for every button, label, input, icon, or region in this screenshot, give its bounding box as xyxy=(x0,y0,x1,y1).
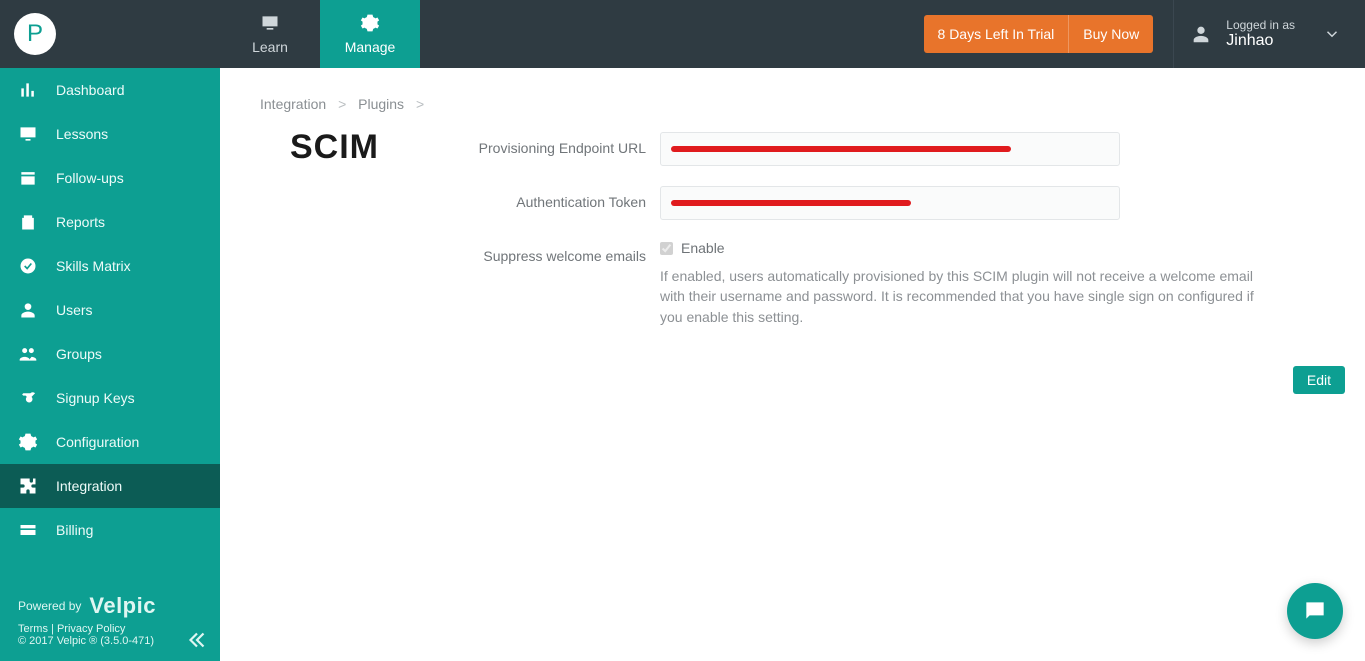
sidebar-item-label: Groups xyxy=(56,346,102,362)
chat-icon xyxy=(1302,598,1328,624)
token-field[interactable] xyxy=(660,186,1120,220)
calendar-icon xyxy=(18,168,38,188)
scim-logo: SCIM xyxy=(260,128,460,347)
copyright: © 2017 Velpic ® (3.5.0-471) xyxy=(18,635,210,647)
sidebar-item-reports[interactable]: Reports xyxy=(0,200,220,244)
sidebar-item-users[interactable]: Users xyxy=(0,288,220,332)
endpoint-control xyxy=(660,132,1120,166)
enable-label: Enable xyxy=(681,240,725,256)
check-circle-icon xyxy=(18,256,38,276)
screen-icon xyxy=(18,124,38,144)
sidebar-item-label: Lessons xyxy=(56,126,108,142)
user-icon xyxy=(1190,23,1212,45)
plugin-header-row: SCIM Provisioning Endpoint URL Authentic… xyxy=(260,132,1325,347)
chevron-down-icon xyxy=(1323,25,1341,43)
trial-box: 8 Days Left In Trial Buy Now xyxy=(924,15,1154,53)
tab-learn-label: Learn xyxy=(252,39,288,55)
user-menu[interactable]: Logged in as Jinhao xyxy=(1173,0,1365,68)
token-label: Authentication Token xyxy=(460,186,660,210)
sidebar-footer: Powered by Velpic Terms | Privacy Policy… xyxy=(18,593,210,647)
sidebar-item-label: Skills Matrix xyxy=(56,258,131,274)
logged-in-as-label: Logged in as xyxy=(1226,18,1295,32)
sidebar-item-label: Configuration xyxy=(56,434,139,450)
sidebar-item-label: Follow-ups xyxy=(56,170,124,186)
sidebar-item-label: Signup Keys xyxy=(56,390,135,406)
endpoint-field[interactable] xyxy=(660,132,1120,166)
breadcrumb-integration[interactable]: Integration xyxy=(260,96,326,112)
key-icon xyxy=(18,388,38,408)
chart-bar-icon xyxy=(18,80,38,100)
sidebar-item-label: Reports xyxy=(56,214,105,230)
sidebar-item-skills-matrix[interactable]: Skills Matrix xyxy=(0,244,220,288)
endpoint-label: Provisioning Endpoint URL xyxy=(460,132,660,156)
enable-checkbox[interactable] xyxy=(660,242,673,255)
row-suppress: Suppress welcome emails Enable If enable… xyxy=(460,240,1325,327)
chevron-double-left-icon xyxy=(184,627,210,653)
user-menu-inner: Logged in as Jinhao xyxy=(1190,18,1295,50)
card-icon xyxy=(18,520,38,540)
collapse-sidebar-button[interactable] xyxy=(184,627,210,647)
suppress-label: Suppress welcome emails xyxy=(460,240,660,264)
powered-by-label: Powered by xyxy=(18,599,81,613)
tab-manage-label: Manage xyxy=(345,39,396,55)
topbar-spacer xyxy=(420,0,924,68)
privacy-link[interactable]: Privacy Policy xyxy=(57,623,125,635)
edit-button[interactable]: Edit xyxy=(1293,366,1345,394)
terms-link[interactable]: Terms xyxy=(18,623,48,635)
enable-checkbox-row[interactable]: Enable xyxy=(660,240,1280,256)
sidebar-item-dashboard[interactable]: Dashboard xyxy=(0,68,220,112)
sidebar-item-signup-keys[interactable]: Signup Keys xyxy=(0,376,220,420)
chat-launcher[interactable] xyxy=(1287,583,1343,639)
breadcrumb-plugins[interactable]: Plugins xyxy=(358,96,404,112)
puzzle-icon xyxy=(18,476,38,496)
sidebar-item-label: Integration xyxy=(56,478,122,494)
redacted-value xyxy=(671,200,911,206)
row-endpoint: Provisioning Endpoint URL xyxy=(460,132,1325,166)
powered-by: Powered by Velpic xyxy=(18,593,210,619)
sidebar: Dashboard Lessons Follow-ups Reports Ski… xyxy=(0,68,220,661)
main-content: Integration > Plugins > SCIM Provisionin… xyxy=(220,68,1365,661)
people-icon xyxy=(18,344,38,364)
sidebar-item-billing[interactable]: Billing xyxy=(0,508,220,552)
user-text: Logged in as Jinhao xyxy=(1226,18,1295,50)
trial-box-wrap: 8 Days Left In Trial Buy Now xyxy=(924,0,1154,68)
sidebar-item-label: Users xyxy=(56,302,93,318)
suppress-control: Enable If enabled, users automatically p… xyxy=(660,240,1280,327)
trial-message: 8 Days Left In Trial xyxy=(924,26,1069,42)
org-avatar-wrap: P xyxy=(0,0,220,68)
sidebar-item-configuration[interactable]: Configuration xyxy=(0,420,220,464)
gear-icon xyxy=(360,13,380,33)
redacted-value xyxy=(671,146,1011,152)
suppress-help-text: If enabled, users automatically provisio… xyxy=(660,266,1280,327)
sidebar-item-followups[interactable]: Follow-ups xyxy=(0,156,220,200)
breadcrumb-sep: > xyxy=(338,96,346,112)
cog-icon xyxy=(18,432,38,452)
person-icon xyxy=(18,300,38,320)
sidebar-item-label: Billing xyxy=(56,522,93,538)
row-token: Authentication Token xyxy=(460,186,1325,220)
top-bar: P Learn Manage 8 Days Left In Trial Buy … xyxy=(0,0,1365,68)
tab-manage[interactable]: Manage xyxy=(320,0,420,68)
brand-logo: Velpic xyxy=(89,593,156,619)
top-tabs: Learn Manage xyxy=(220,0,420,68)
buy-now-button[interactable]: Buy Now xyxy=(1069,26,1153,42)
form-area: Provisioning Endpoint URL Authentication… xyxy=(460,132,1325,347)
clipboard-icon xyxy=(18,212,38,232)
monitor-icon xyxy=(260,13,280,33)
tab-learn[interactable]: Learn xyxy=(220,0,320,68)
legal-links: Terms | Privacy Policy xyxy=(18,623,210,635)
sidebar-item-label: Dashboard xyxy=(56,82,125,98)
sidebar-item-groups[interactable]: Groups xyxy=(0,332,220,376)
sidebar-item-lessons[interactable]: Lessons xyxy=(0,112,220,156)
breadcrumb: Integration > Plugins > xyxy=(260,96,1325,112)
org-avatar[interactable]: P xyxy=(14,13,56,55)
token-control xyxy=(660,186,1120,220)
sidebar-item-integration[interactable]: Integration xyxy=(0,464,220,508)
user-name: Jinhao xyxy=(1226,32,1295,50)
breadcrumb-sep: > xyxy=(416,96,424,112)
